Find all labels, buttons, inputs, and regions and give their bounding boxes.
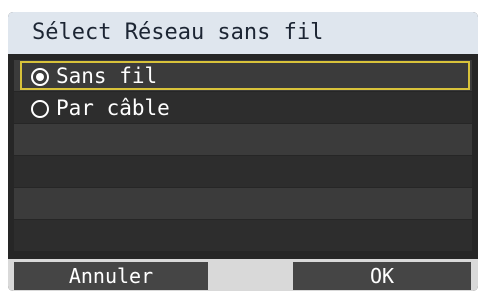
title-bar: Sélect Réseau sans fil xyxy=(8,12,478,54)
option-sans-fil[interactable]: Sans fil xyxy=(20,61,470,90)
cancel-button[interactable]: Annuler xyxy=(14,262,208,290)
radio-selected-icon xyxy=(31,68,49,86)
list-row-6 xyxy=(14,220,472,251)
button-bar: Annuler OK xyxy=(8,259,478,291)
radio-unselected-icon xyxy=(31,100,49,118)
list-row-3 xyxy=(14,124,472,155)
ok-button[interactable]: OK xyxy=(293,262,471,290)
option-list: Sans fil Par câble xyxy=(14,60,472,257)
option-label: Par câble xyxy=(56,96,170,120)
camera-menu-screen: Sélect Réseau sans fil Sans fil Par câbl… xyxy=(8,12,478,291)
menu-title: Sélect Réseau sans fil xyxy=(32,20,324,45)
option-label: Sans fil xyxy=(56,64,158,88)
list-row-4 xyxy=(14,156,472,187)
option-par-cable[interactable]: Par câble xyxy=(20,93,470,122)
list-row-5 xyxy=(14,188,472,219)
